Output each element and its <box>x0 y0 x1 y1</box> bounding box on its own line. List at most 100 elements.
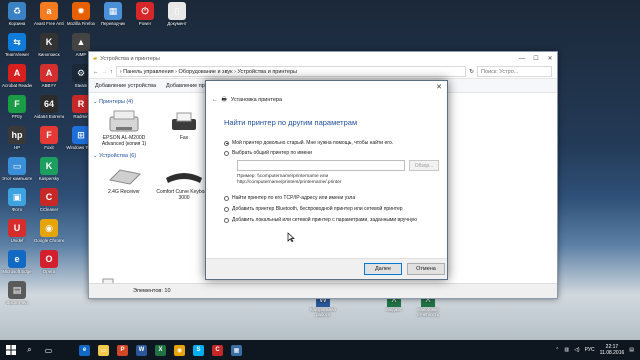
windows-logo-icon <box>5 345 16 355</box>
back-arrow-icon[interactable]: ← <box>93 69 99 75</box>
desktop-icon[interactable]: K Кинопоиск <box>34 33 64 63</box>
desktop-icon[interactable]: O Opera <box>34 250 64 280</box>
desktop-icon[interactable]: ◉ Google Chrome <box>34 219 64 249</box>
desktop-icon[interactable]: C CCleaner <box>34 188 64 218</box>
taskbar-app-icon[interactable]: W <box>136 344 147 356</box>
desktop-icon[interactable]: F Foxit <box>34 126 64 156</box>
desktop-icon[interactable]: 64 Aida64 Extreme <box>34 95 64 125</box>
device-item-receiver[interactable]: 2.4G Receiver <box>95 162 153 201</box>
notifications-icon[interactable]: ▤ <box>629 347 634 353</box>
option-shared-printer[interactable]: Выбрать общий принтер по имени <box>224 150 447 156</box>
next-button[interactable]: Далее <box>364 263 402 275</box>
desktop-icon[interactable]: F FFtry <box>2 95 32 125</box>
option-tcpip[interactable]: Найти принтер по его TCP/IP-адресу или и… <box>224 195 447 201</box>
taskbar-app-icon[interactable]: C <box>212 344 223 356</box>
back-arrow-icon[interactable]: ← <box>212 97 218 103</box>
volume-icon[interactable]: ◁) <box>574 347 580 353</box>
desktop-icon[interactable]: aAvast Free Antivirus <box>34 2 64 32</box>
search-placeholder: Поиск: Устро... <box>481 68 519 75</box>
desktop-icon-label: Кинопоиск <box>38 52 60 57</box>
app-icon: A <box>8 64 26 82</box>
browse-button[interactable]: Обзор... <box>409 160 439 171</box>
maximize-button[interactable]: ☐ <box>529 55 543 62</box>
taskbar-app-icon[interactable]: ▭ <box>98 344 109 356</box>
radio-button[interactable] <box>224 206 229 212</box>
taskbar-app-icon[interactable]: S <box>193 344 204 356</box>
desktop-icon[interactable]: ✹ Mozilla Firefox <box>66 2 96 32</box>
app-icon: ⇆ <box>8 33 26 51</box>
app-icon: C <box>40 188 58 206</box>
address-bar-row: ← → ↑ › Панель управления › Оборудование… <box>89 65 557 79</box>
desktop-icon-label: Диспетчер <box>6 300 28 305</box>
window-titlebar: ▰ Устройства и принтеры — ☐ ✕ <box>89 52 557 65</box>
radio-button-selected[interactable] <box>224 140 229 146</box>
app-icon: 64 <box>40 95 58 113</box>
minimize-button[interactable]: — <box>515 56 529 62</box>
desktop-icon-label: TeamViewer <box>4 52 30 57</box>
desktop-icon[interactable]: AAcrobat Reader DC <box>2 64 32 94</box>
forward-arrow-icon[interactable]: → <box>102 69 108 75</box>
dialog-header: ← 🖶 Установка принтера <box>206 93 447 107</box>
devices-group-label: Устройства (6) <box>99 153 137 160</box>
language-indicator[interactable]: РУС <box>585 347 595 353</box>
radio-button[interactable] <box>224 150 229 156</box>
desktop-icon-label: Aida64 Extreme <box>34 114 64 119</box>
shared-printer-input[interactable] <box>237 160 405 171</box>
add-printer-dialog: ✕ ← 🖶 Установка принтера Найти принтер п… <box>205 80 448 280</box>
option-manual[interactable]: Добавить локальный или сетевой принтер с… <box>224 217 447 223</box>
desktop-icon[interactable]: U Unidef <box>2 219 32 249</box>
taskbar-app-icon[interactable]: ◉ <box>174 344 185 356</box>
taskbar-app-icon[interactable]: ▦ <box>231 344 242 356</box>
close-button[interactable]: ✕ <box>543 55 557 62</box>
start-button[interactable] <box>2 342 19 359</box>
task-view-icon[interactable]: ▭ <box>40 342 57 359</box>
taskbar-app-icon[interactable]: e <box>79 344 90 356</box>
desktop-icon-label: CCleaner <box>39 207 59 212</box>
desktop-icon-label: Power <box>138 21 152 26</box>
printer-item-epson[interactable]: EPSON AL-M200D Advanced (копия 1) <box>95 108 153 147</box>
desktop-icon[interactable]: ▯ Документ <box>162 2 192 32</box>
add-device-button[interactable]: Добавление устройства <box>95 83 156 89</box>
desktop-icon-label: Фото <box>11 207 23 212</box>
desktop-icon[interactable]: e Microsoft Edge <box>2 250 32 280</box>
cancel-button[interactable]: Отмена <box>407 263 445 275</box>
option-label: Выбрать общий принтер по имени <box>232 150 312 156</box>
shared-printer-row: Обзор... <box>237 160 447 171</box>
desktop-icon-label: HP <box>13 145 21 150</box>
desktop-icon[interactable]: ▭ Этот компьютер <box>2 157 32 187</box>
refresh-icon[interactable]: ↻ <box>469 69 474 75</box>
search-input[interactable]: Поиск: Устро... <box>477 66 552 77</box>
app-icon: U <box>8 219 26 237</box>
taskbar-app-icon[interactable]: X <box>155 344 166 356</box>
desktop-icon[interactable]: ▣ Фото <box>2 188 32 218</box>
clock[interactable]: 22:17 11.08.2016 <box>600 344 625 356</box>
up-arrow-icon[interactable]: ↑ <box>110 69 113 75</box>
network-icon[interactable]: ▥ <box>564 347 569 353</box>
desktop-icon[interactable]: A ABBYY <box>34 64 64 94</box>
app-icon: hp <box>8 126 26 144</box>
option-old-printer[interactable]: Мой принтер довольно старый. Мне нужна п… <box>224 140 447 146</box>
taskbar-app-icon[interactable]: P <box>117 344 128 356</box>
desktop-icon[interactable]: hp HP <box>2 126 32 156</box>
app-icon: ▯ <box>168 2 186 20</box>
breadcrumb[interactable]: › Панель управления › Оборудование и зву… <box>115 66 467 77</box>
dialog-close-button[interactable]: ✕ <box>436 83 442 91</box>
option-bluetooth[interactable]: Добавить принтер Bluetooth, беспроводной… <box>224 206 447 212</box>
chevron-up-icon[interactable]: ⌃ <box>555 347 559 353</box>
radio-button[interactable] <box>224 217 229 223</box>
search-icon[interactable]: ⌕ <box>21 342 38 359</box>
radio-button[interactable] <box>224 195 229 201</box>
desktop-icon-label: Этот компьютер <box>2 176 32 181</box>
desktop-icon[interactable]: K Kaspersky <box>34 157 64 187</box>
printers-group-label: Принтеры (4) <box>99 99 134 105</box>
desktop-icon-label: Mozilla Firefox <box>66 21 96 26</box>
desktop-icon[interactable]: ⏻ Power <box>130 2 160 32</box>
desktop-icon[interactable]: ▤ Диспетчер <box>2 281 32 311</box>
desktop-icon[interactable]: ⇆ TeamViewer <box>2 33 32 63</box>
desktop-icon[interactable]: ♻ Корзина <box>2 2 32 32</box>
status-bar: Элементов: 10 <box>89 283 557 298</box>
system-tray: ⌃ ▥ ◁) РУС 22:17 11.08.2016 ▤ <box>555 340 634 360</box>
app-icon: ▲ <box>72 33 90 51</box>
desktop-icon-label: ABBYY <box>41 83 57 88</box>
desktop-icon[interactable]: ▦ Переводчик <box>98 2 128 32</box>
